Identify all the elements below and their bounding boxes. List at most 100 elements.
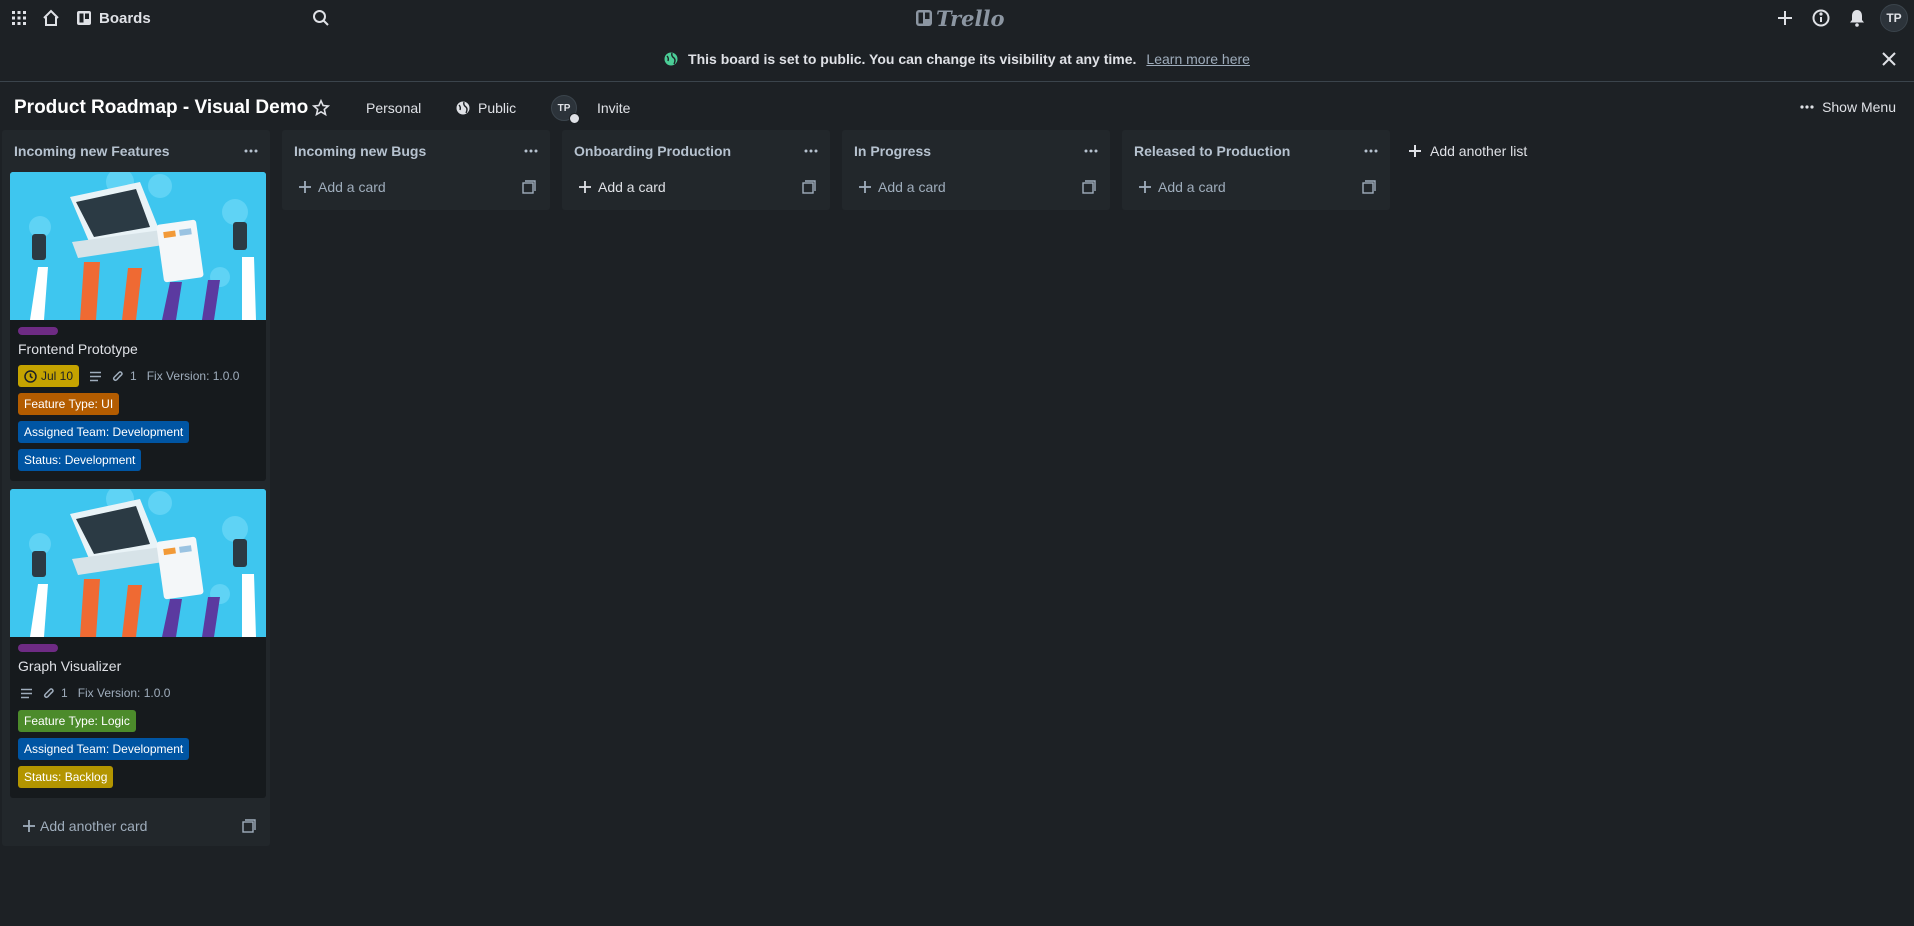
list-more-icon[interactable] (800, 140, 822, 162)
visibility-label: Public (478, 100, 517, 116)
public-visibility-banner: This board is set to public. You can cha… (0, 37, 1914, 82)
globe-icon (664, 52, 678, 66)
plus-icon (1409, 145, 1421, 157)
due-date-badge[interactable]: Jul 10 (18, 365, 80, 387)
attachments-badge: 1 (112, 369, 137, 383)
add-card-button[interactable]: Add a card (842, 172, 1110, 202)
top-nav: Boards Trello TP (0, 0, 1914, 36)
template-icon[interactable] (1362, 180, 1376, 194)
fix-version: Fix Version: 1.0.0 (146, 369, 240, 383)
globe-icon (456, 101, 470, 115)
info-icon[interactable] (1808, 0, 1834, 36)
boards-icon (77, 11, 91, 25)
purple-label (18, 644, 58, 652)
board-title[interactable]: Product Roadmap - Visual Demo (14, 97, 308, 119)
card-frontend-prototype[interactable]: Frontend Prototype Jul 10 1 Fix Version:… (10, 172, 266, 481)
list-released-to-production: Released to Production Add a card (1122, 130, 1390, 210)
add-another-list-label: Add another list (1430, 143, 1528, 159)
label-status: Status: Backlog (18, 766, 114, 788)
apps-grid-icon[interactable] (6, 0, 32, 36)
card-graph-visualizer[interactable]: Graph Visualizer 1 Fix Version: 1.0.0 Fe… (10, 489, 266, 798)
learn-more-link[interactable]: Learn more here (1146, 51, 1250, 67)
show-menu-label: Show Menu (1822, 99, 1896, 115)
card-cover-image (10, 172, 266, 320)
template-icon[interactable] (802, 180, 816, 194)
label-assigned-team: Assigned Team: Development (18, 421, 190, 443)
logo-text: Trello (936, 5, 1005, 31)
label-assigned-team: Assigned Team: Development (18, 738, 190, 760)
due-date: Jul 10 (41, 369, 74, 383)
trello-logo[interactable]: Trello (915, 5, 1005, 31)
list-title[interactable]: Released to Production (1134, 143, 1290, 159)
card-badges: 1 Fix Version: 1.0.0 (18, 682, 258, 704)
card-title: Frontend Prototype (18, 341, 138, 357)
list-header: In Progress (842, 130, 1110, 172)
member-avatar[interactable]: TP (1880, 4, 1908, 32)
label-status: Status: Development (18, 449, 142, 471)
add-card-label: Add a card (318, 179, 386, 195)
attachment-count: 1 (130, 369, 137, 383)
template-icon[interactable] (242, 819, 256, 833)
add-card-label: Add a card (598, 179, 666, 195)
notifications-bell-icon[interactable] (1844, 0, 1870, 36)
show-menu-button[interactable]: Show Menu (1800, 95, 1896, 119)
create-plus-icon[interactable] (1772, 0, 1798, 36)
list-in-progress: In Progress Add a card (842, 130, 1110, 210)
member-initials: TP (557, 102, 571, 114)
board-member-avatar[interactable]: TP (551, 95, 580, 124)
purple-label (18, 327, 58, 335)
fix-version: Fix Version: 1.0.0 (77, 686, 171, 700)
add-another-list-button[interactable]: Add another list (1408, 138, 1527, 164)
admin-badge-icon (569, 113, 580, 124)
template-icon[interactable] (1082, 180, 1096, 194)
description-icon (21, 688, 32, 698)
clock-icon (24, 369, 37, 383)
more-dots-icon (1800, 105, 1814, 109)
star-icon[interactable] (312, 96, 330, 120)
card-badges: Jul 10 1 Fix Version: 1.0.0 (18, 365, 258, 387)
attachment-icon (43, 687, 54, 698)
plus-icon (579, 181, 591, 193)
boards-button[interactable]: Boards (76, 6, 151, 30)
trello-logo-icon (916, 10, 932, 26)
list-header: Onboarding Production (562, 130, 830, 172)
attachment-icon (112, 370, 123, 381)
add-another-card-button[interactable]: Add another card (2, 806, 270, 846)
card-title: Graph Visualizer (18, 658, 122, 674)
label-feature-type: Feature Type: UI (18, 393, 120, 415)
close-icon[interactable] (1878, 48, 1900, 70)
invite-button[interactable]: Invite (597, 96, 630, 120)
list-header: Released to Production (1122, 130, 1390, 172)
description-icon (90, 371, 102, 381)
list-more-icon[interactable] (520, 140, 542, 162)
list-more-icon[interactable] (240, 140, 262, 162)
add-card-button[interactable]: Add a card (282, 172, 550, 202)
workspace-button[interactable]: Personal (366, 96, 421, 120)
list-incoming-features: Incoming new Features Frontend Prototype… (2, 130, 270, 846)
plus-icon (859, 181, 871, 193)
list-title[interactable]: Incoming new Features (14, 143, 170, 159)
list-title[interactable]: Onboarding Production (574, 143, 731, 159)
card-cover-image (10, 489, 266, 637)
template-icon[interactable] (522, 180, 536, 194)
home-icon[interactable] (38, 0, 64, 36)
plus-icon (1139, 181, 1151, 193)
list-onboarding-production: Onboarding Production Add a card (562, 130, 830, 210)
list-more-icon[interactable] (1080, 140, 1102, 162)
visibility-button[interactable]: Public (456, 96, 516, 120)
add-card-button[interactable]: Add a card (1122, 172, 1390, 202)
plus-icon (23, 820, 35, 832)
list-incoming-bugs: Incoming new Bugs Add a card (282, 130, 550, 210)
list-header: Incoming new Features (2, 130, 270, 172)
label-feature-type: Feature Type: Logic (18, 710, 136, 732)
list-title[interactable]: In Progress (854, 143, 931, 159)
search-icon[interactable] (306, 4, 336, 32)
add-card-button[interactable]: Add a card (562, 172, 830, 202)
attachment-count: 1 (61, 686, 68, 700)
list-more-icon[interactable] (1360, 140, 1382, 162)
banner-message: This board is set to public. You can cha… (688, 51, 1137, 67)
add-another-card-label: Add another card (40, 818, 148, 834)
list-title[interactable]: Incoming new Bugs (294, 143, 426, 159)
plus-icon (299, 181, 311, 193)
add-card-label: Add a card (1158, 179, 1226, 195)
